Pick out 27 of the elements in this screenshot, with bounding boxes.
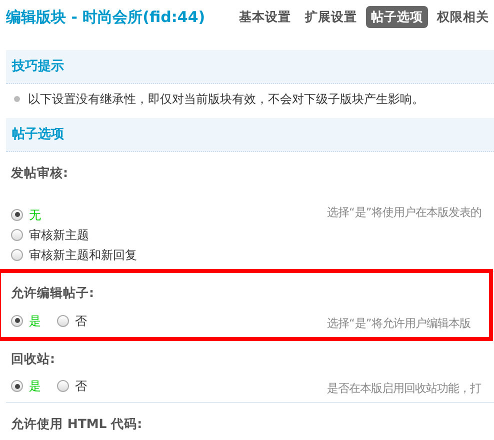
tab[interactable]: 帖子选项 bbox=[366, 6, 428, 28]
bullet-icon bbox=[14, 96, 20, 102]
radio-button[interactable] bbox=[57, 380, 69, 392]
radio-button[interactable] bbox=[11, 228, 23, 241]
section-header: 帖子选项 bbox=[6, 118, 494, 152]
description-text: 选择“是”将允许用户编辑本版 bbox=[327, 316, 471, 332]
radio-option[interactable]: 审核新主题和新回复 bbox=[11, 244, 327, 265]
setting-label: 回收站: bbox=[11, 350, 55, 366]
radio-button[interactable] bbox=[11, 314, 23, 326]
setting-label: 允许使用 HTML 代码: bbox=[11, 416, 142, 432]
radio-option[interactable]: 审核新主题 bbox=[11, 224, 327, 245]
section-header: 技巧提示 bbox=[6, 50, 494, 84]
radio-button[interactable] bbox=[11, 380, 23, 392]
description-text: 是否在本版启用回收站功能，打 bbox=[327, 381, 481, 398]
radio-button[interactable] bbox=[57, 314, 69, 326]
page-title: 编辑版块 - 时尚会所(fid:44) bbox=[6, 6, 206, 28]
tab[interactable]: 权限相关 bbox=[432, 6, 494, 28]
radio-button[interactable] bbox=[11, 248, 23, 261]
tab[interactable]: 扩展设置 bbox=[300, 6, 362, 28]
setting-label: 允许编辑帖子: bbox=[11, 284, 94, 300]
tip-text: 以下设置没有继承性，即仅对当前版块有效，不会对下级子版块产生影响。 bbox=[28, 91, 424, 108]
setting-label: 发帖审核: bbox=[11, 165, 68, 180]
tab[interactable]: 基本设置 bbox=[234, 6, 296, 28]
radio-option[interactable]: 否 bbox=[57, 376, 87, 396]
radio-button[interactable] bbox=[11, 208, 23, 221]
description-text: 选择“是”将使用户在本版发表的 bbox=[327, 204, 482, 221]
radio-option[interactable]: 否 bbox=[57, 310, 87, 330]
